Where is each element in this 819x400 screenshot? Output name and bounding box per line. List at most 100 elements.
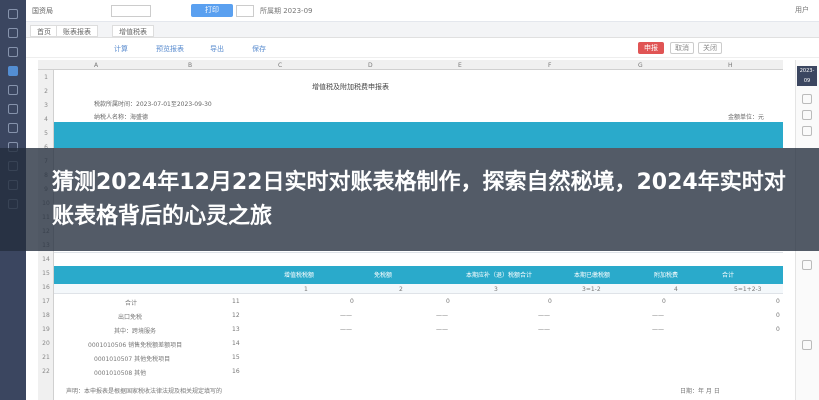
user-menu[interactable]: 用户 [795, 5, 809, 15]
row-code: 11 [232, 298, 240, 305]
row-label: 出口免税 [118, 314, 143, 321]
index-cell: 1 [304, 286, 308, 293]
grid-line [54, 252, 783, 253]
value-cell[interactable]: 0 [446, 298, 450, 305]
headline-text: 猜测2024年12月22日实时对账表格制作，探索自然秘境，2024年实时对账表格… [52, 170, 786, 229]
zoom-in-icon[interactable] [802, 260, 812, 270]
amount-unit: 金额单位：元 [728, 114, 765, 121]
tab-strip: 首页 账表报表 增值税表 [26, 22, 819, 38]
lower-table-header: 增值税税额 免税额 本期应补（退）税额合计 本期已缴税额 附加税费 合计 [54, 266, 783, 284]
row-number: 2 [44, 88, 48, 95]
index-cell: 5=1+2-3 [734, 286, 762, 293]
row-label: 0001010507 其他免税项目 [94, 356, 171, 363]
index-cell: 2 [399, 286, 403, 293]
row-number: 15 [42, 270, 50, 277]
row-label: 0001010506 销售免税额差额项目 [88, 342, 183, 349]
index-cell: 4 [674, 286, 678, 293]
calendar-widget[interactable]: 2023-09 [797, 66, 817, 86]
user-icon[interactable] [8, 47, 18, 57]
row-code: 14 [232, 340, 240, 347]
column-b: B [188, 62, 193, 69]
row-number: 3 [44, 102, 48, 109]
index-cell: 3 [494, 286, 498, 293]
row-number: 1 [44, 74, 48, 81]
value-cell[interactable]: —— [436, 312, 448, 319]
row-number: 22 [42, 368, 50, 375]
row-label: 其中：跨境服务 [114, 328, 157, 335]
close-button[interactable]: 关闭 [698, 42, 722, 54]
home-icon[interactable] [8, 9, 18, 19]
value-cell[interactable]: 0 [776, 326, 780, 333]
header-surcharge: 附加税费 [654, 272, 679, 279]
top-bar: 国资局 打印 所属期 2023-09 用户 [26, 0, 819, 22]
value-cell[interactable]: —— [538, 312, 550, 319]
row-number: 21 [42, 354, 50, 361]
row-code: 12 [232, 312, 240, 319]
column-header: A B C D E F G H [38, 60, 783, 70]
footer-declaration: 声明：本申报表是根据国家税收法律法规及相关规定填写的 [66, 388, 223, 395]
header-paid-tax: 本期已缴税额 [574, 272, 611, 279]
value-cell[interactable]: —— [652, 312, 664, 319]
row-number: 5 [44, 130, 48, 137]
value-cell[interactable]: —— [538, 326, 550, 333]
save-button[interactable]: 保存 [252, 44, 266, 54]
column-e: E [458, 62, 462, 69]
refresh-icon[interactable] [802, 94, 812, 104]
submit-button[interactable]: 申报 [638, 42, 664, 54]
zoom-out-icon[interactable] [802, 340, 812, 350]
row-number: 18 [42, 312, 50, 319]
value-cell[interactable]: —— [340, 312, 352, 319]
column-f: F [548, 62, 552, 69]
column-h: H [728, 62, 733, 69]
value-cell[interactable]: —— [436, 326, 448, 333]
row-label: 0001010508 其他 [94, 370, 147, 377]
tab-vat-report[interactable]: 增值税表 [112, 25, 154, 37]
chart-icon[interactable] [8, 85, 18, 95]
row-code: 15 [232, 354, 240, 361]
value-cell[interactable]: 0 [548, 298, 552, 305]
toolbar: 计算 预览报表 导出 保存 申报 取消 关闭 [26, 38, 819, 58]
period-label: 所属期 2023-09 [260, 7, 313, 15]
footer-date: 日期：年 月 日 [680, 388, 720, 395]
row-number: 17 [42, 298, 50, 305]
row-label: 合计 [125, 300, 138, 307]
period-select[interactable] [236, 5, 254, 17]
row-number: 16 [42, 284, 50, 291]
copy-icon[interactable] [802, 110, 812, 120]
cancel-button[interactable]: 取消 [670, 42, 694, 54]
column-g: G [638, 62, 643, 69]
row-code: 13 [232, 326, 240, 333]
value-cell[interactable]: 0 [776, 298, 780, 305]
row-number: 4 [44, 116, 48, 123]
header-vat-amount: 增值税税额 [284, 272, 315, 279]
tab-home[interactable]: 首页 [30, 25, 58, 37]
grid-icon[interactable] [8, 28, 18, 38]
calculate-button[interactable]: 计算 [114, 44, 128, 54]
company-name: 国资局 [32, 7, 53, 15]
value-cell[interactable]: —— [652, 326, 664, 333]
settings-icon[interactable] [8, 123, 18, 133]
sheet-title: 增值税及附加税费申报表 [312, 83, 389, 91]
preview-report-button[interactable]: 预览报表 [156, 44, 184, 54]
header-exempt-amount: 免税额 [374, 272, 393, 279]
tax-period: 税款所属时间：2023-07-01至2023-09-30 [94, 101, 212, 108]
value-cell[interactable]: —— [340, 326, 352, 333]
column-d: D [368, 62, 373, 69]
index-cell: 3=1-2 [582, 286, 601, 293]
export-button[interactable]: 导出 [210, 44, 224, 54]
upper-table-header [54, 122, 783, 148]
download-icon[interactable] [802, 126, 812, 136]
row-code: 16 [232, 368, 240, 375]
value-cell[interactable]: 0 [350, 298, 354, 305]
header-total: 合计 [722, 272, 735, 279]
row-number: 20 [42, 340, 50, 347]
document-icon[interactable] [8, 104, 18, 114]
row-number: 19 [42, 326, 50, 333]
tab-ledger-report[interactable]: 账表报表 [56, 25, 98, 37]
print-button[interactable]: 打印 [191, 4, 233, 17]
value-cell[interactable]: 0 [662, 298, 666, 305]
table-icon[interactable] [8, 66, 18, 76]
value-cell[interactable]: 0 [776, 312, 780, 319]
column-index-row: 1 2 3 3=1-2 4 5=1+2-3 [54, 284, 783, 294]
company-select[interactable] [111, 5, 151, 17]
